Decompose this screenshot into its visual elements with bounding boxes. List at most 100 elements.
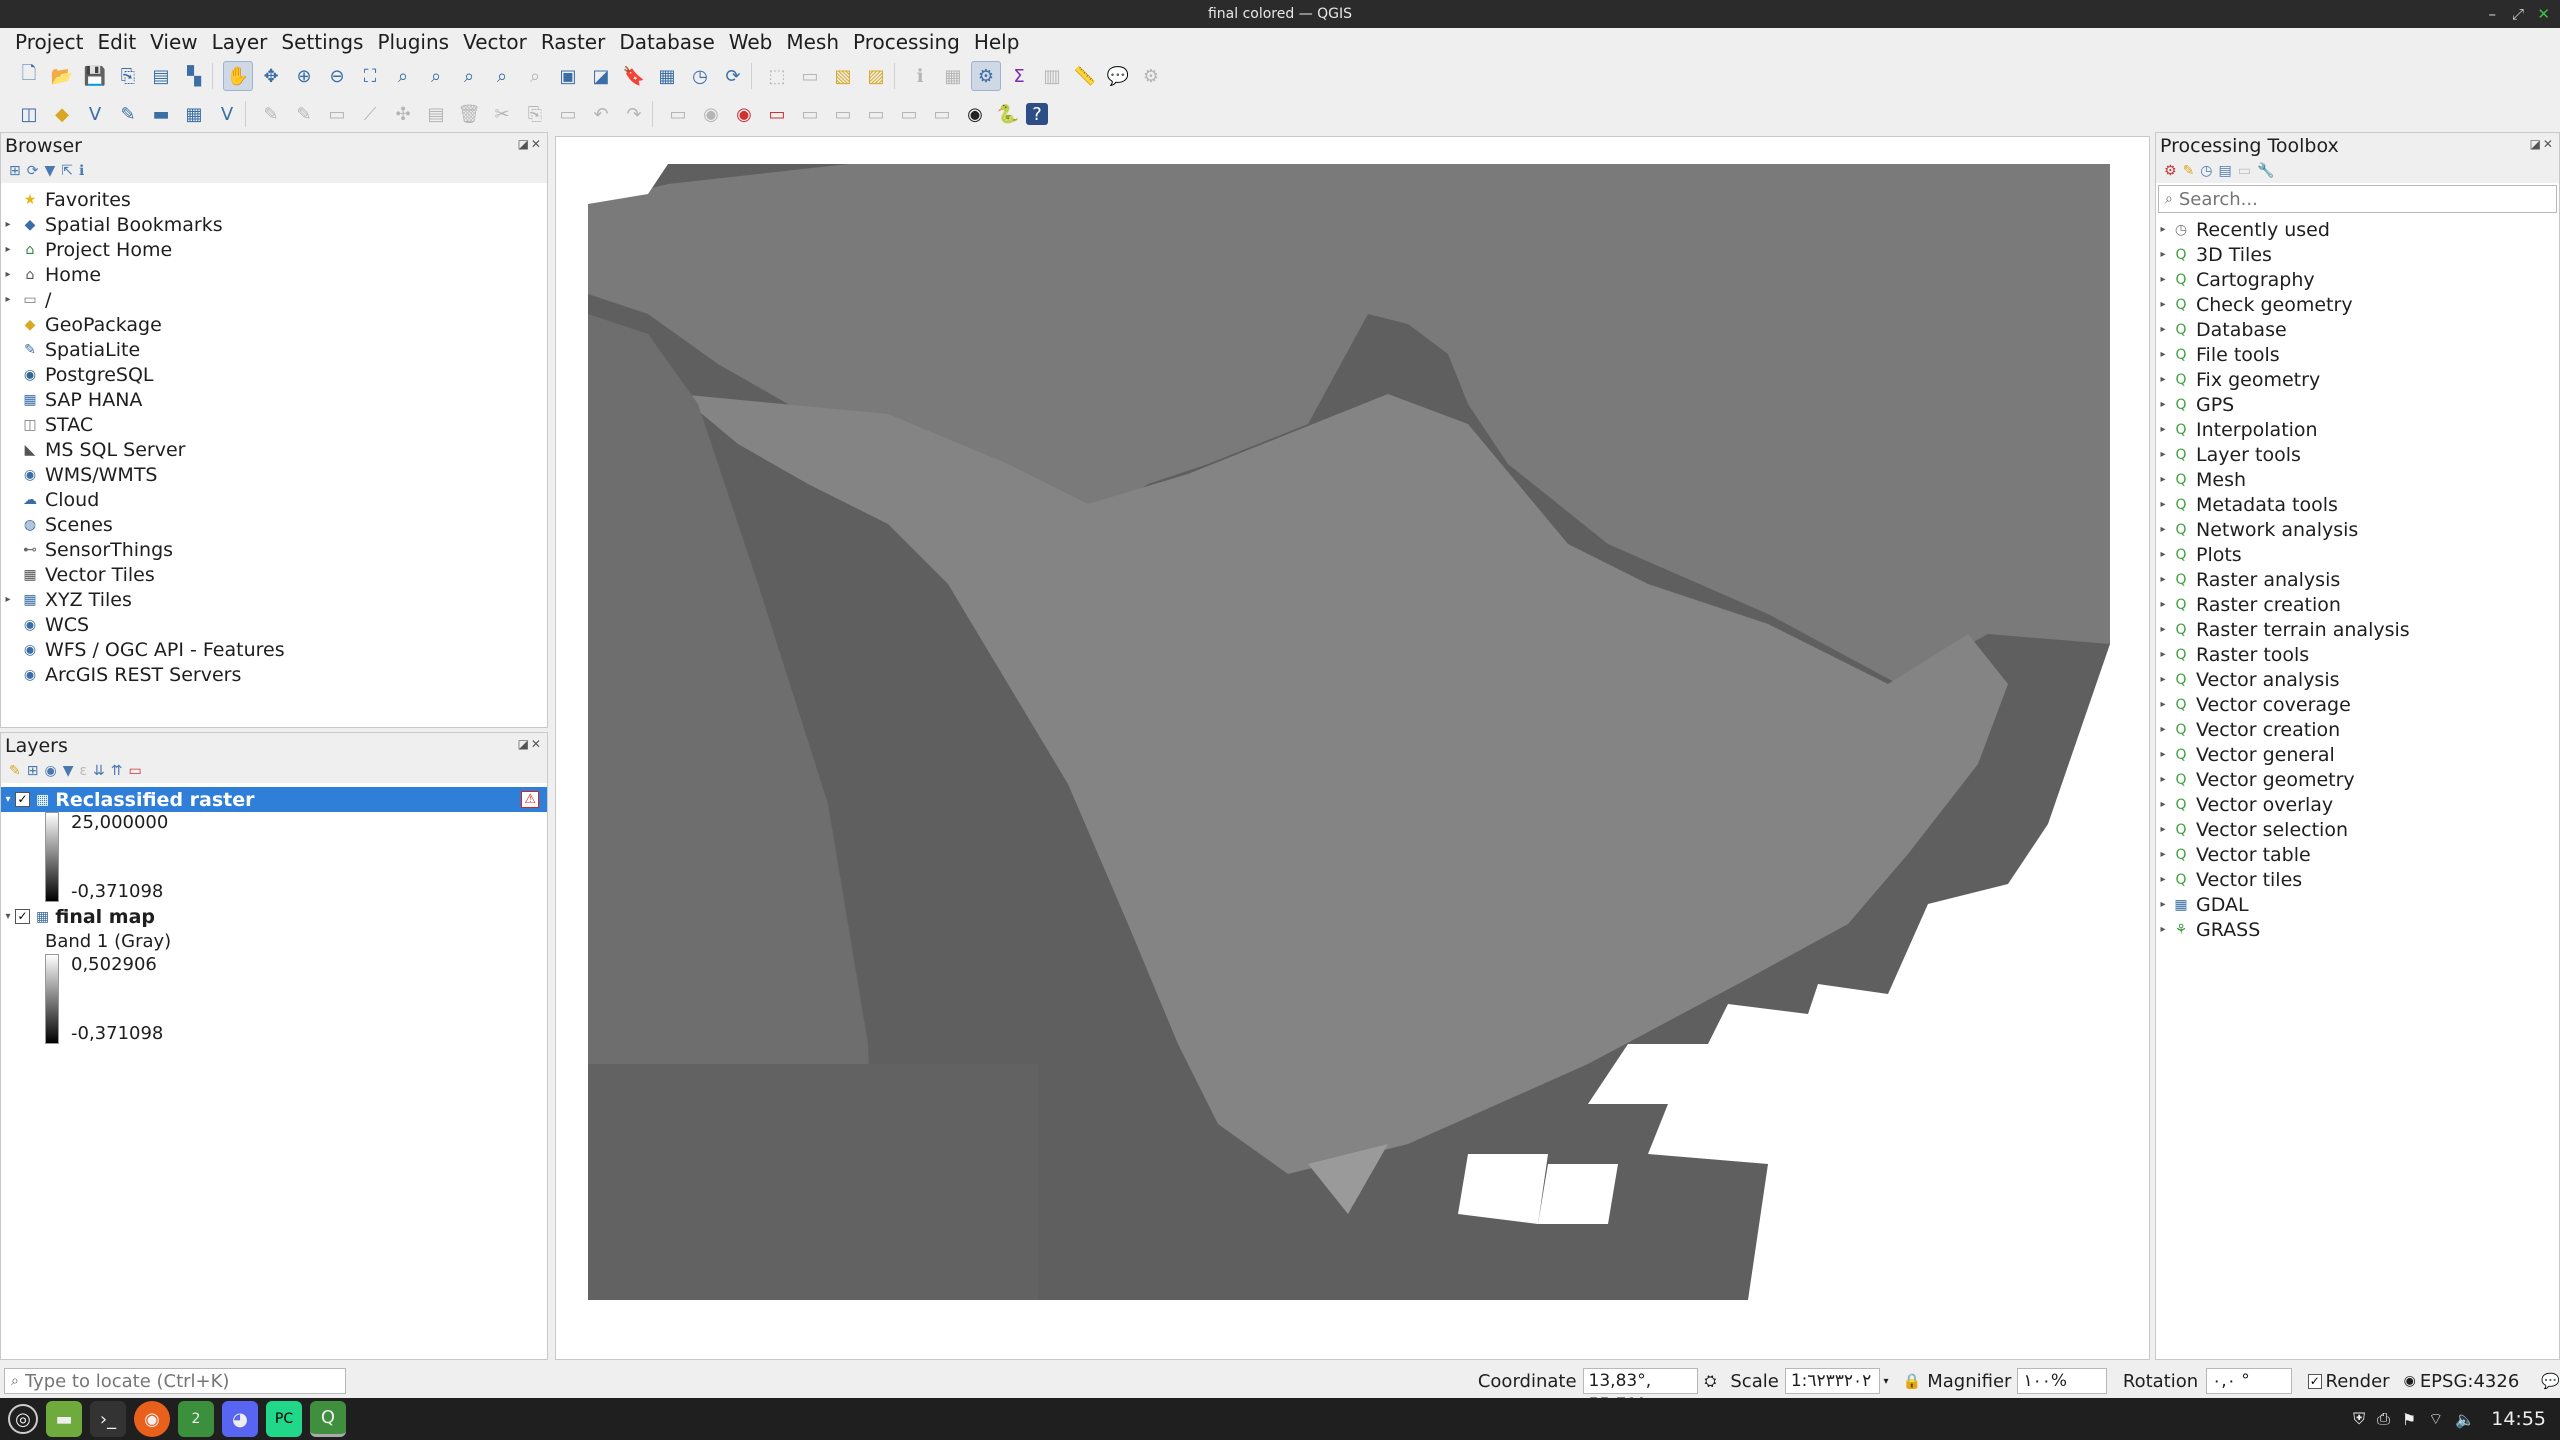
toolbox-group[interactable]: ▸ Q Vector creation	[2156, 717, 2559, 742]
browser-item[interactable]: ▸ ⌂ Project Home	[1, 237, 547, 262]
expand-arrow-icon[interactable]: ▸	[2156, 824, 2170, 835]
save-project-icon[interactable]: 💾	[80, 61, 110, 91]
menu-view[interactable]: View	[143, 30, 204, 54]
toolbox-group[interactable]: ▸ Q Plots	[2156, 542, 2559, 567]
manage-visibility-icon[interactable]: ◉	[44, 763, 56, 779]
label-highlight-icon[interactable]: ◉	[729, 99, 759, 129]
python-console-icon[interactable]: 🐍	[993, 99, 1023, 129]
new-spatialite-icon[interactable]: ✎	[113, 99, 143, 129]
toolbox-group[interactable]: ▸ Q Vector table	[2156, 842, 2559, 867]
locator-input[interactable]	[24, 1370, 345, 1392]
toolbox-group[interactable]: ▸ Q Mesh	[2156, 467, 2559, 492]
info-icon[interactable]: ℹ	[79, 163, 84, 179]
toolbox-group[interactable]: ▸ Q GPS	[2156, 392, 2559, 417]
pycharm-icon[interactable]: PC	[266, 1401, 302, 1437]
new-shapefile-icon[interactable]: V	[80, 99, 110, 129]
expand-arrow-icon[interactable]: ▸	[2156, 574, 2170, 585]
zoom-layer-icon[interactable]: ⌕	[421, 61, 451, 91]
style-manager-icon[interactable]: ▚	[179, 61, 209, 91]
browser-item[interactable]: ☁ Cloud	[1, 487, 547, 512]
redo-icon[interactable]: ↷	[619, 99, 649, 129]
clock[interactable]: 14:55	[2491, 1408, 2546, 1430]
label-icon[interactable]: ▭	[663, 99, 693, 129]
pan-to-selection-icon[interactable]: ✥	[256, 61, 286, 91]
expand-arrow-icon[interactable]: ▸	[2156, 649, 2170, 660]
warning-icon[interactable]: ⚠	[521, 791, 539, 808]
history-icon[interactable]: ◷	[2200, 163, 2212, 179]
expand-all-icon[interactable]: ⇊	[93, 763, 105, 779]
expand-arrow-icon[interactable]: ▸	[2156, 424, 2170, 435]
zoom-native-icon[interactable]: ⌕	[454, 61, 484, 91]
zoom-full-icon[interactable]: ⛶	[355, 61, 385, 91]
layer-visibility-checkbox[interactable]: ✓	[15, 792, 30, 807]
menu-layer[interactable]: Layer	[205, 30, 275, 54]
cut-icon[interactable]: ✂	[487, 99, 517, 129]
menu-project[interactable]: Project	[8, 30, 90, 54]
browser-item[interactable]: ◉ WMS/WMTS	[1, 462, 547, 487]
results-icon[interactable]: ▤	[2219, 163, 2232, 179]
add-layer-icon[interactable]: ⊞	[9, 163, 21, 179]
zoom-next-icon[interactable]: ⌕	[520, 61, 550, 91]
collapse-all-icon[interactable]: ⇱	[61, 163, 73, 179]
expand-arrow-icon[interactable]: ▸	[2156, 274, 2170, 285]
expand-arrow-icon[interactable]: ▸	[2156, 474, 2170, 485]
zoom-selection-icon[interactable]: ⌕	[388, 61, 418, 91]
zoom-in-icon[interactable]: ⊕	[289, 61, 319, 91]
toolbox-group[interactable]: ▸ Q Interpolation	[2156, 417, 2559, 442]
crs-button[interactable]: EPSG:4326	[2420, 1371, 2519, 1392]
rotation-field[interactable]: ٠,٠ °	[2206, 1368, 2293, 1394]
toolbox-search[interactable]: ⌕	[2158, 185, 2557, 213]
expand-arrow-icon[interactable]: ▸	[1, 244, 15, 255]
identify-features-icon[interactable]: ⬚	[762, 61, 792, 91]
expand-arrow-icon[interactable]: ▸	[2156, 399, 2170, 410]
expand-arrow-icon[interactable]: ▸	[2156, 349, 2170, 360]
label-show-icon[interactable]: ▭	[762, 99, 792, 129]
label-unpin-icon[interactable]: ▭	[927, 99, 957, 129]
save-as-icon[interactable]: ⎘	[113, 61, 143, 91]
expand-arrow-icon[interactable]: ▸	[2156, 874, 2170, 885]
expand-arrow-icon[interactable]: ▸	[2156, 224, 2170, 235]
settings-gear-icon[interactable]: ⚙	[971, 61, 1001, 91]
field-calc-icon[interactable]: ▥	[1037, 61, 1067, 91]
expand-arrow-icon[interactable]: ▸	[1, 219, 15, 230]
expand-arrow-icon[interactable]: ▸	[2156, 849, 2170, 860]
raster-map[interactable]	[588, 164, 2110, 1300]
files-icon[interactable]: ▬	[46, 1401, 82, 1437]
new-geopackage-icon[interactable]: ◆	[47, 99, 77, 129]
browser-item[interactable]: ◆ GeoPackage	[1, 312, 547, 337]
toggle-editing-icon[interactable]: ✎	[289, 99, 319, 129]
options-icon[interactable]: 🔧	[2257, 163, 2274, 179]
zoom-last-icon[interactable]: ⌕	[487, 61, 517, 91]
toolbox-group[interactable]: ▸ Q Raster terrain analysis	[2156, 617, 2559, 642]
expand-arrow-icon[interactable]: ▸	[1, 594, 15, 605]
new-3d-view-icon[interactable]: ◪	[586, 61, 616, 91]
toolbox-group[interactable]: ▸ ⚘ GRASS	[2156, 917, 2559, 942]
coordinate-toggle-icon[interactable]: ⛭	[1704, 1372, 1716, 1390]
expand-arrow-icon[interactable]: ▸	[2156, 599, 2170, 610]
identify-icon[interactable]: ℹ	[905, 61, 935, 91]
temporal-icon[interactable]: ◷	[685, 61, 715, 91]
label-properties-icon[interactable]: ▭	[894, 99, 924, 129]
copy-icon[interactable]: ⎘	[520, 99, 550, 129]
label-pin-icon[interactable]: ◉	[696, 99, 726, 129]
toolbox-group[interactable]: ▸ Q Vector analysis	[2156, 667, 2559, 692]
toolbox-group[interactable]: ▸ Q Vector selection	[2156, 817, 2559, 842]
toolbox-group[interactable]: ▸ Q Cartography	[2156, 267, 2559, 292]
toolbox-group[interactable]: ▸ Q File tools	[2156, 342, 2559, 367]
label-change-icon[interactable]: ▭	[861, 99, 891, 129]
panel-controls-icon[interactable]: ◪✕	[518, 737, 543, 751]
expand-arrow-icon[interactable]: ▸	[2156, 549, 2170, 560]
menu-plugins[interactable]: Plugins	[370, 30, 456, 54]
toolbox-group[interactable]: ▸ Q Vector coverage	[2156, 692, 2559, 717]
printer-icon[interactable]: ⎙	[2377, 1409, 2390, 1429]
label-move-icon[interactable]: ▭	[795, 99, 825, 129]
expand-arrow-icon[interactable]: ▸	[2156, 699, 2170, 710]
bookmark-icon[interactable]: 🔖	[619, 61, 649, 91]
messages-icon[interactable]: 💬	[2541, 1372, 2560, 1390]
expand-arrow-icon[interactable]: ▸	[2156, 724, 2170, 735]
expand-arrow-icon[interactable]: ▸	[2156, 449, 2170, 460]
menu-settings[interactable]: Settings	[274, 30, 370, 54]
browser-item[interactable]: ▸ ▦ XYZ Tiles	[1, 587, 547, 612]
toolbox-group[interactable]: ▸ ◷ Recently used	[2156, 217, 2559, 242]
undo-icon[interactable]: ↶	[586, 99, 616, 129]
